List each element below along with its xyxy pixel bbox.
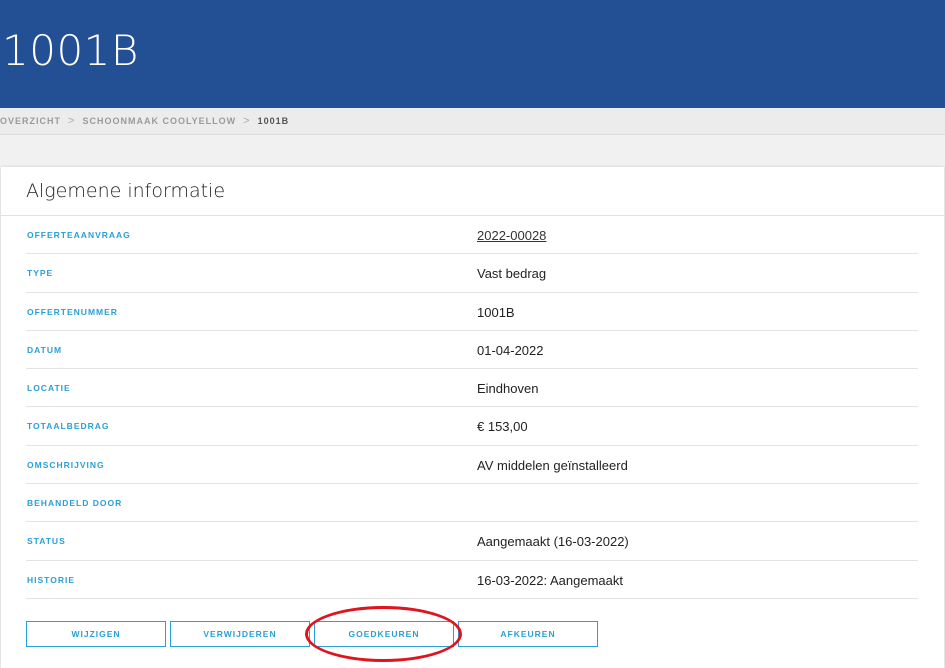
breadcrumb-item-overzicht[interactable]: OVERZICHT [0, 116, 61, 126]
row-value: 1001B [477, 304, 515, 320]
row-value: € 153,00 [477, 419, 528, 435]
info-list: OFFERTEAANVRAAG 2022-00028 TYPE Vast bed… [26, 216, 918, 599]
info-row-omschrijving: OMSCHRIJVING AV middelen geïnstalleerd [26, 446, 918, 485]
delete-button[interactable]: VERWIJDEREN [170, 621, 310, 647]
page-title: 1001B [2, 26, 139, 75]
info-row-offerteaanvraag: OFFERTEAANVRAAG 2022-00028 [26, 216, 918, 255]
info-row-type: TYPE Vast bedrag [26, 254, 918, 293]
info-row-datum: DATUM 01-04-2022 [26, 331, 918, 370]
info-row-locatie: LOCATIE Eindhoven [26, 369, 918, 408]
row-value: Vast bedrag [477, 266, 547, 282]
action-buttons: WIJZIGEN VERWIJDEREN GOEDKEUREN AFKEUREN [26, 621, 598, 647]
row-value: 16-03-2022: Aangemaakt [477, 572, 623, 588]
approve-button[interactable]: GOEDKEUREN [314, 621, 454, 647]
info-row-totaalbedrag: TOTAALBEDRAG € 153,00 [26, 407, 918, 446]
row-label: TOTAALBEDRAG [27, 421, 110, 432]
offerteaanvraag-link[interactable]: 2022-00028 [477, 228, 546, 243]
edit-button[interactable]: WIJZIGEN [26, 621, 166, 647]
row-label: TYPE [27, 268, 54, 279]
row-label: BEHANDELD DOOR [27, 498, 123, 509]
general-info-card: Algemene informatie OFFERTEAANVRAAG 2022… [1, 167, 944, 668]
card-title: Algemene informatie [26, 180, 226, 202]
breadcrumb-separator: > [68, 115, 76, 127]
row-value: AV middelen geïnstalleerd [477, 457, 628, 473]
row-label: LOCATIE [27, 383, 71, 394]
breadcrumb: OVERZICHT > SCHOONMAAK COOLYELLOW > 1001… [0, 108, 945, 135]
breadcrumb-separator: > [243, 115, 251, 127]
row-value: 01-04-2022 [477, 342, 544, 358]
row-label: OFFERTENUMMER [27, 306, 118, 317]
row-value: Eindhoven [477, 381, 539, 397]
row-label: OFFERTEAANVRAAG [27, 230, 131, 240]
info-row-historie: HISTORIE 16-03-2022: Aangemaakt [26, 561, 918, 599]
info-row-behandeld-door: BEHANDELD DOOR [26, 484, 918, 523]
breadcrumb-item-project[interactable]: SCHOONMAAK COOLYELLOW [82, 116, 236, 126]
row-value: Aangemaakt (16-03-2022) [477, 534, 629, 550]
reject-button[interactable]: AFKEUREN [458, 621, 598, 647]
row-label: DATUM [27, 344, 63, 355]
row-label: OMSCHRIJVING [27, 459, 105, 470]
page-header: 1001B [0, 0, 945, 108]
breadcrumb-item-current: 1001B [257, 116, 290, 126]
row-label: STATUS [27, 536, 66, 547]
info-row-offertenummer: OFFERTENUMMER 1001B [26, 293, 918, 331]
info-row-status: STATUS Aangemaakt (16-03-2022) [26, 522, 918, 561]
row-label: HISTORIE [27, 574, 75, 585]
